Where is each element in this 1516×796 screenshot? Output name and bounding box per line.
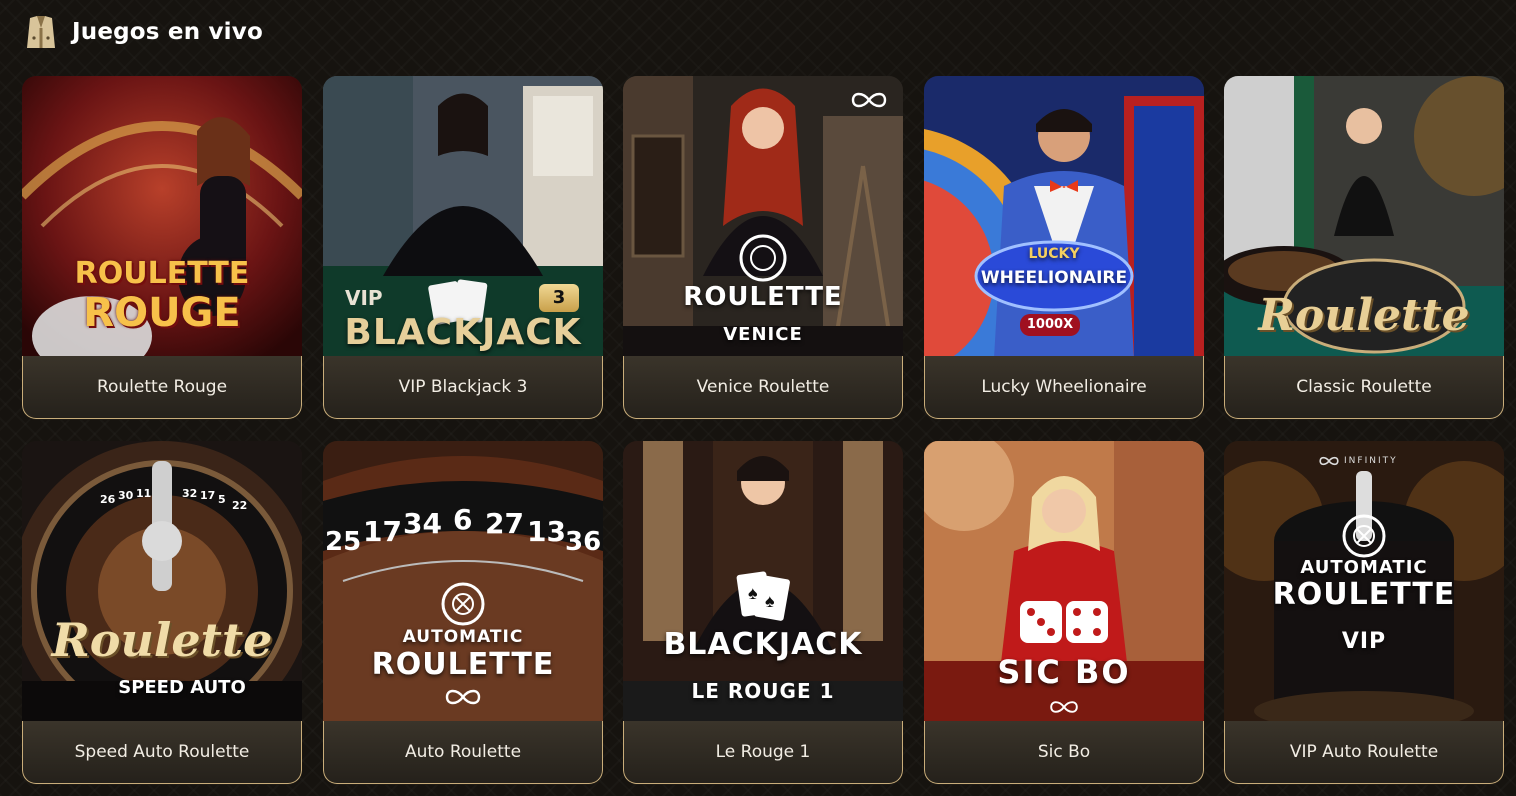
game-logo-line2: LE ROUGE 1 <box>691 679 835 703</box>
game-logo-line2: BLACKJACK <box>344 312 582 353</box>
game-logo-line2: VENICE <box>723 324 803 345</box>
infinity-icon <box>1050 701 1078 713</box>
game-caption: Classic Roulette <box>1224 356 1504 419</box>
game-card-classic-roulette[interactable]: Roulette Classic Roulette <box>1224 76 1504 420</box>
game-card-vip-auto-roulette[interactable]: INFINITY AUTOMATIC ROULETTE VIP VIP Auto… <box>1224 441 1504 785</box>
infinity-brand-label: INFINITY <box>1344 456 1398 466</box>
game-logo-line1: ROULETTE <box>683 282 843 312</box>
game-thumbnail: Roulette <box>1224 76 1504 358</box>
game-thumbnail: INFINITY AUTOMATIC ROULETTE VIP <box>1224 441 1504 723</box>
playing-cards-icon: ♠ ♠ <box>736 571 790 621</box>
roulette-number: 25 <box>325 527 362 557</box>
game-caption: Venice Roulette <box>623 356 903 419</box>
game-caption: Sic Bo <box>924 721 1204 784</box>
roulette-number: 13 <box>527 515 566 548</box>
game-logo-line1: ROULETTE <box>74 256 250 291</box>
game-card-le-rouge-1[interactable]: ♠ ♠ BLACKJACK LE ROUGE 1 Le Rouge 1 <box>623 441 903 785</box>
game-thumbnail: VIP BLACKJACK 3 <box>323 76 603 358</box>
section-header: Juegos en vivo <box>24 12 263 52</box>
roulette-number: 17 <box>200 489 216 502</box>
game-thumbnail: 25 17 34 6 27 13 36 AUTOMATIC ROULETTE <box>323 441 603 723</box>
svg-text:♠: ♠ <box>765 591 775 611</box>
game-card-sic-bo[interactable]: SIC BO Sic Bo <box>924 441 1204 785</box>
game-logo-line1: BLACKJACK <box>663 627 863 662</box>
game-card-vip-blackjack-3[interactable]: VIP BLACKJACK 3 VIP Blackjack 3 <box>323 76 603 420</box>
game-caption: Speed Auto Roulette <box>22 721 302 784</box>
roulette-number: 26 <box>100 493 116 506</box>
roulette-number: 36 <box>565 527 602 557</box>
game-thumbnail: ROULETTE ROUGE <box>22 76 302 358</box>
roulette-number: 30 <box>118 489 134 502</box>
game-card-auto-roulette[interactable]: 25 17 34 6 27 13 36 AUTOMATIC ROULETTE A… <box>323 441 603 785</box>
game-logo-line1: SIC BO <box>997 653 1131 691</box>
dealer-vest-icon <box>27 16 55 48</box>
game-logo-line1: LUCKY <box>1028 246 1080 262</box>
game-logo-line2: ROULETTE <box>371 647 555 682</box>
game-card-lucky-wheelionaire[interactable]: LUCKY WHEELIONAIRE 1000X Lucky Wheeliona… <box>924 76 1204 420</box>
game-thumbnail: ♠ ♠ BLACKJACK LE ROUGE 1 <box>623 441 903 723</box>
infinity-icon <box>851 92 887 108</box>
game-caption: Roulette Rouge <box>22 356 302 419</box>
game-logo-line2: WHEELIONAIRE <box>980 268 1128 288</box>
roulette-number: 32 <box>182 487 198 500</box>
game-card-roulette-rouge[interactable]: ROULETTE ROUGE Roulette Rouge <box>22 76 302 420</box>
game-logo-line2: AUTOMATIC <box>1300 557 1428 578</box>
table-number-badge: 3 <box>539 284 579 312</box>
game-logo-line2: SPEED AUTO <box>118 677 246 698</box>
roulette-number: 17 <box>363 515 402 548</box>
game-thumbnail: LUCKY WHEELIONAIRE 1000X <box>924 76 1204 358</box>
game-logo-line1: AUTOMATIC <box>402 627 524 647</box>
svg-text:♠: ♠ <box>748 583 758 603</box>
multiplier-badge: 1000X <box>1020 314 1080 336</box>
roulette-number: 6 <box>453 503 473 536</box>
roulette-number: 34 <box>403 507 442 540</box>
game-caption: Lucky Wheelionaire <box>924 356 1204 419</box>
game-thumbnail: ROULETTE VENICE <box>623 76 903 358</box>
section-title: Juegos en vivo <box>72 19 263 45</box>
game-card-speed-auto-roulette[interactable]: 26 30 11 32 17 5 22 Roulette SPEED AUTO … <box>22 441 302 785</box>
game-logo-line3: ROULETTE <box>1272 577 1456 612</box>
infinity-icon <box>445 689 481 705</box>
dice-icon <box>1020 601 1108 643</box>
infinity-icon <box>1319 456 1339 466</box>
game-logo-line4: VIP <box>1341 629 1387 654</box>
roulette-wheel-logo-icon <box>441 582 485 626</box>
roulette-number: 5 <box>218 493 226 506</box>
roulette-number: 11 <box>136 487 152 500</box>
game-logo-line1: Roulette <box>51 613 273 667</box>
game-thumbnail: 26 30 11 32 17 5 22 Roulette SPEED AUTO <box>22 441 302 723</box>
game-caption: VIP Blackjack 3 <box>323 356 603 419</box>
roulette-number: 22 <box>232 499 248 512</box>
game-logo-line1: Roulette <box>1258 290 1470 341</box>
venice-roulette-art <box>623 76 903 358</box>
game-caption: Auto Roulette <box>323 721 603 784</box>
game-logo-vip: VIP <box>345 286 383 310</box>
roulette-wheel-logo-icon <box>1342 514 1386 558</box>
game-caption: Le Rouge 1 <box>623 721 903 784</box>
game-card-venice-roulette[interactable]: ROULETTE VENICE Venice Roulette <box>623 76 903 420</box>
game-logo-line2: ROUGE <box>83 290 241 336</box>
roulette-number: 27 <box>485 507 524 540</box>
game-caption: VIP Auto Roulette <box>1224 721 1504 784</box>
game-thumbnail: SIC BO <box>924 441 1204 723</box>
